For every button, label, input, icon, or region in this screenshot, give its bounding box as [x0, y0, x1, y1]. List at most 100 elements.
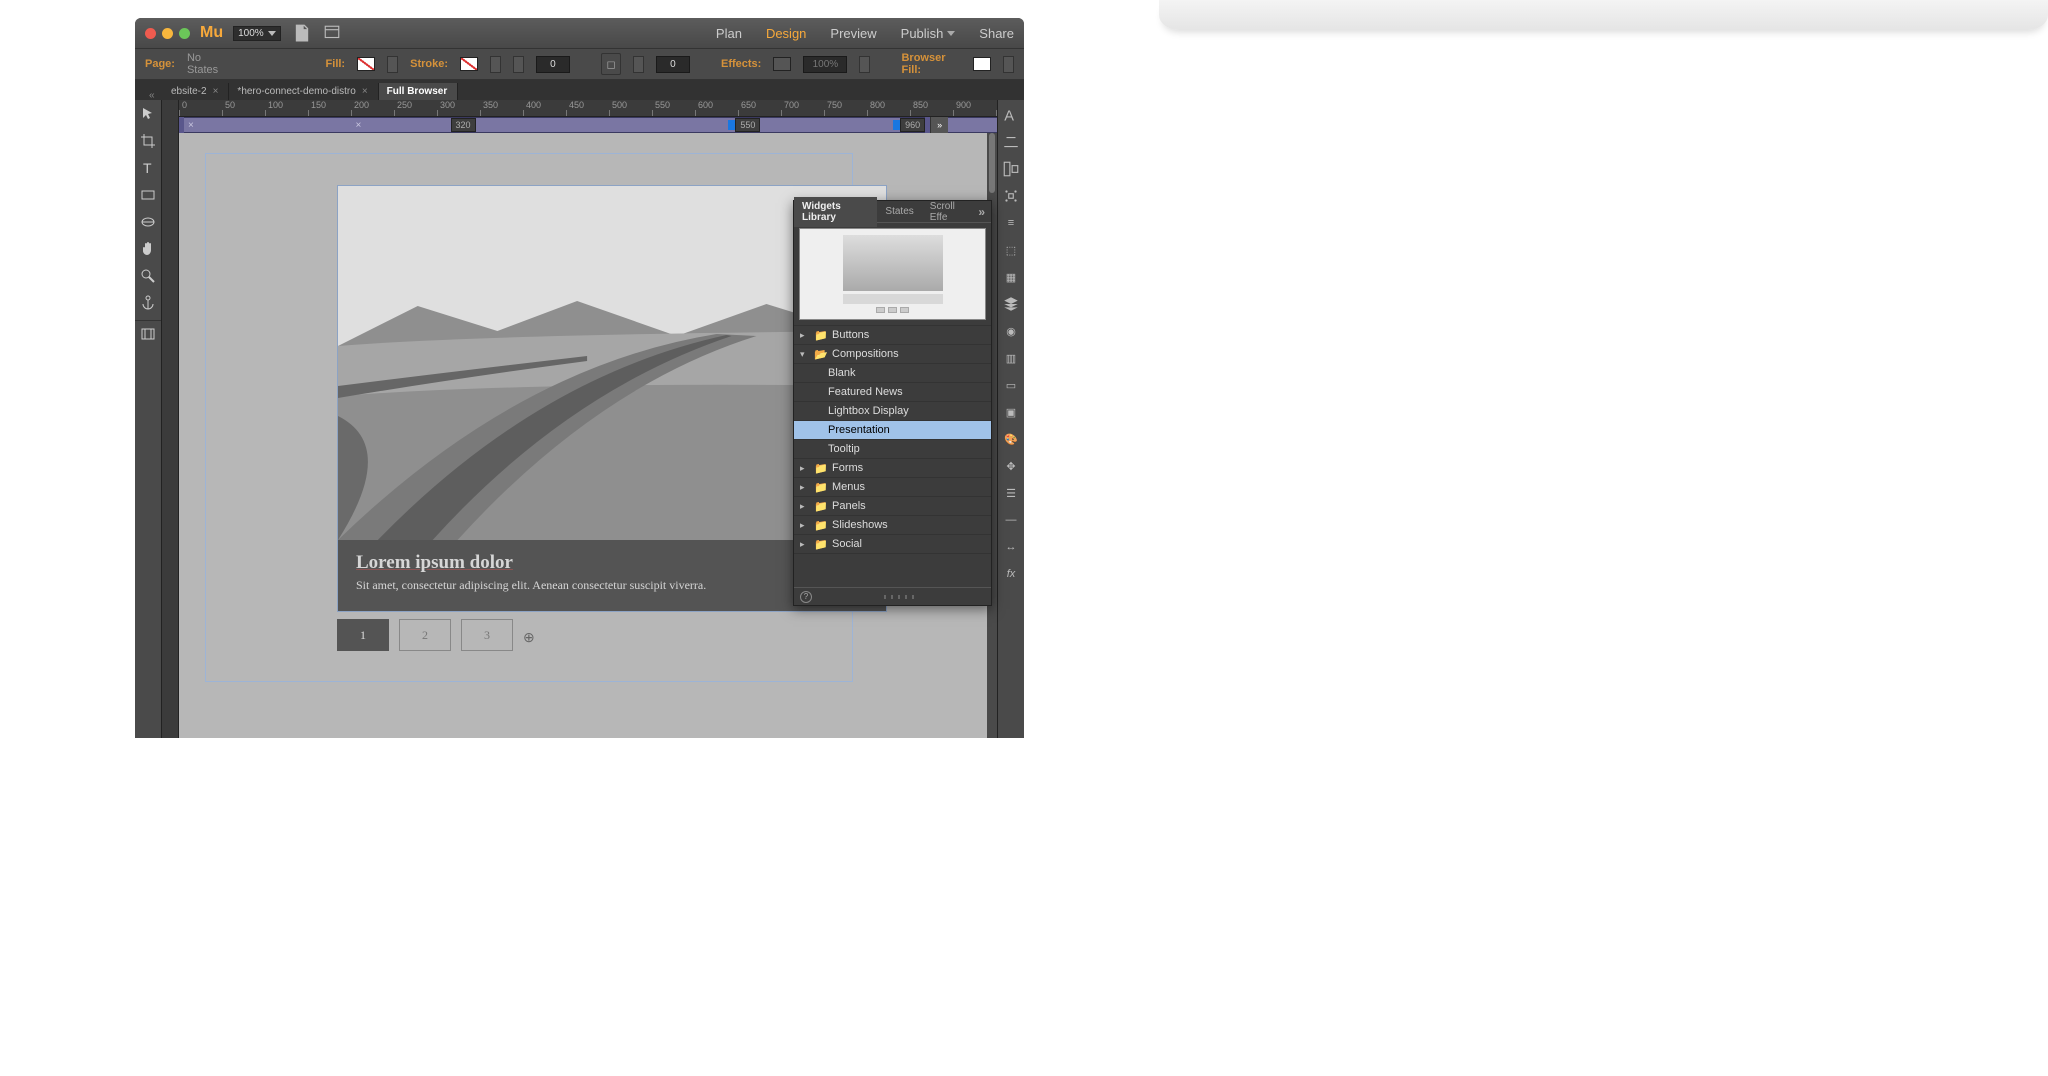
window-minimize-icon[interactable] [162, 28, 173, 39]
widget-category-tree: ▸📁Buttons ▾📂Compositions Blank Featured … [794, 325, 991, 553]
window-close-icon[interactable] [145, 28, 156, 39]
stroke-swatch[interactable] [460, 57, 478, 71]
nav-plan[interactable]: Plan [716, 26, 742, 41]
swatches-panel-icon[interactable]: 🎨 [1002, 430, 1020, 448]
nav-design[interactable]: Design [766, 26, 806, 41]
panel-menu-icon[interactable]: » [978, 205, 985, 219]
ellipse-tool-icon[interactable] [138, 212, 158, 232]
list-panel-icon[interactable]: ☰ [1002, 484, 1020, 502]
widgets-library-panel: Widgets Library States Scroll Effe » ▸📁B… [793, 200, 992, 606]
close-icon[interactable]: × [362, 86, 368, 97]
layers-panel-icon[interactable] [1002, 295, 1020, 313]
transform-panel-icon[interactable]: ⬚ [1002, 241, 1020, 259]
tree-item-forms[interactable]: ▸📁Forms [794, 458, 991, 477]
briefcase-icon[interactable]: ▭ [1002, 376, 1020, 394]
text-tool-icon[interactable]: T [138, 158, 158, 178]
selection-tool-icon[interactable] [138, 104, 158, 124]
panel-tab-widgets[interactable]: Widgets Library [794, 197, 877, 227]
window-titlebar: Mu 100% Plan Design Preview Publish Shar… [135, 18, 1024, 48]
close-icon[interactable]: × [213, 86, 219, 97]
svg-text:A: A [1004, 109, 1014, 124]
doc-tab-3[interactable]: Full Browser [379, 83, 459, 100]
rectangle-tool-icon[interactable] [138, 185, 158, 205]
opacity-input[interactable] [803, 56, 847, 73]
breakpoint-1-label: 320 [451, 118, 476, 132]
responsive-panel-icon[interactable]: ↔ [1002, 538, 1020, 556]
hand-tool-icon[interactable] [138, 239, 158, 259]
trigger-2-button[interactable]: 2 [399, 619, 451, 651]
stroke-stepper[interactable] [513, 56, 524, 73]
spacing-panel-icon[interactable] [1002, 187, 1020, 205]
tree-item-blank[interactable]: Blank [794, 363, 991, 382]
resize-grip-icon[interactable] [884, 595, 914, 599]
window-zoom-icon[interactable] [179, 28, 190, 39]
close-icon[interactable]: × [188, 120, 194, 131]
crop-tool-icon[interactable] [138, 131, 158, 151]
fill-options-button[interactable] [387, 56, 398, 73]
browser-fill-swatch[interactable] [973, 57, 991, 71]
cc-libraries-icon[interactable]: ◉ [1002, 322, 1020, 340]
svg-text:T: T [143, 160, 152, 176]
assets-panel-icon[interactable]: ▦ [1002, 268, 1020, 286]
new-page-icon[interactable] [293, 24, 311, 42]
fill-swatch[interactable] [357, 57, 375, 71]
text-panel-icon[interactable]: A [1002, 106, 1020, 124]
widget-panel-icon[interactable]: ▣ [1002, 403, 1020, 421]
stroke-options-button[interactable] [490, 56, 501, 73]
panel-collapse-icon[interactable]: « [149, 90, 159, 100]
browser-fill-options-button[interactable] [1003, 56, 1014, 73]
tree-item-tooltip[interactable]: Tooltip [794, 439, 991, 458]
add-trigger-icon[interactable]: ⊕ [523, 629, 535, 641]
stroke-width-input[interactable] [536, 56, 570, 73]
align-panel-icon[interactable] [1002, 160, 1020, 178]
trigger-1-button[interactable]: 1 [337, 619, 389, 651]
tree-item-presentation[interactable]: Presentation [794, 420, 991, 439]
panel-tab-states[interactable]: States [877, 202, 921, 221]
card-title[interactable]: Lorem ipsum dolor [356, 552, 868, 574]
breakpoint-marker-icon[interactable] [728, 120, 735, 130]
nav-publish[interactable]: Publish [901, 26, 956, 41]
zoom-select[interactable]: 100% [233, 26, 281, 41]
tree-item-lightbox-display[interactable]: Lightbox Display [794, 401, 991, 420]
anchor-tool-icon[interactable] [138, 293, 158, 313]
doc-tab-2[interactable]: *hero-connect-demo-distro× [229, 83, 378, 100]
tree-item-compositions[interactable]: ▾📂Compositions [794, 344, 991, 363]
help-icon[interactable]: ? [800, 591, 812, 603]
view-options-icon[interactable] [323, 24, 341, 42]
page-state[interactable]: No States [187, 52, 230, 76]
tree-item-buttons[interactable]: ▸📁Buttons [794, 325, 991, 344]
stroke-panel-icon[interactable]: — [1002, 511, 1020, 529]
corner-icon[interactable]: ◻ [601, 53, 621, 75]
nav-share[interactable]: Share [979, 26, 1014, 41]
tree-item-social[interactable]: ▸📁Social [794, 534, 991, 553]
effects-options-button[interactable] [859, 56, 870, 73]
card-subtitle[interactable]: Sit amet, consectetur adipiscing elit. A… [356, 578, 868, 593]
corner-stepper[interactable] [633, 56, 644, 73]
next-breakpoint-icon[interactable]: » [930, 117, 948, 133]
breakpoint-2-label: 550 [735, 118, 760, 132]
frame-tool-icon[interactable] [135, 320, 161, 340]
zoom-tool-icon[interactable] [138, 266, 158, 286]
panel-tab-scroll[interactable]: Scroll Effe [922, 197, 979, 227]
breakpoint-handle[interactable] [179, 117, 184, 133]
widget-preview-thumbnail [799, 228, 986, 320]
tree-item-menus[interactable]: ▸📁Menus [794, 477, 991, 496]
nav-preview[interactable]: Preview [830, 26, 876, 41]
effects-swatch[interactable] [773, 57, 791, 71]
character-panel-icon[interactable] [1002, 133, 1020, 151]
effects-panel-icon[interactable]: fx [1002, 565, 1020, 583]
page-label: Page: [145, 58, 175, 70]
doc-tab-1[interactable]: ebsite-2× [163, 83, 229, 100]
tree-item-featured-news[interactable]: Featured News [794, 382, 991, 401]
corner-radius-input[interactable] [656, 56, 690, 73]
wrap-panel-icon[interactable]: ≡ [1002, 214, 1020, 232]
tree-item-slideshows[interactable]: ▸📁Slideshows [794, 515, 991, 534]
close-icon[interactable]: × [355, 120, 361, 131]
tree-item-panels[interactable]: ▸📁Panels [794, 496, 991, 515]
library-panel-icon[interactable]: ▥ [1002, 349, 1020, 367]
breakpoint-bar[interactable]: × × 320 550 960 » [179, 117, 997, 133]
fit-panel-icon[interactable]: ✥ [1002, 457, 1020, 475]
panel-footer: ? [794, 587, 991, 605]
breakpoint-marker-icon[interactable] [893, 120, 900, 130]
trigger-3-button[interactable]: 3 [461, 619, 513, 651]
